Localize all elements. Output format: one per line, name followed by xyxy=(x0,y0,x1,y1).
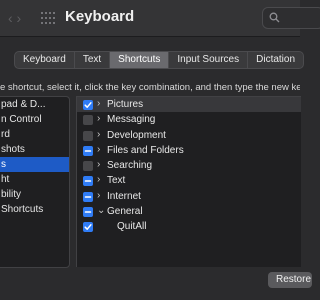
window-title: Keyboard xyxy=(65,8,135,25)
shortcut-label: Searching xyxy=(107,160,153,172)
category-item[interactable]: pad & D... xyxy=(0,97,69,112)
category-item[interactable]: ht xyxy=(0,172,69,187)
chevron-right-icon[interactable]: › xyxy=(97,129,105,140)
mixed-checkbox[interactable] xyxy=(83,145,93,156)
shortcut-label: Files and Folders xyxy=(107,144,184,156)
keyboard-settings-window: ‹ › Keyboard Keyboard Text Shortcuts Input … xyxy=(0,0,320,300)
chevron-right-icon[interactable]: › xyxy=(97,174,105,185)
shortcut-row[interactable]: › Text xyxy=(77,173,301,188)
category-item[interactable]: n Control xyxy=(0,112,69,127)
category-item[interactable]: bility xyxy=(0,187,69,202)
shortcut-label: General xyxy=(107,206,143,218)
search-field[interactable] xyxy=(262,7,320,29)
tab-keyboard[interactable]: Keyboard xyxy=(15,52,75,68)
tab-input-sources[interactable]: Input Sources xyxy=(169,52,249,68)
chevron-right-icon[interactable]: › xyxy=(97,159,105,170)
category-item[interactable]: rd xyxy=(0,127,69,142)
shortcut-label: Development xyxy=(107,129,166,141)
chevron-right-icon[interactable]: › xyxy=(97,113,105,124)
restore-defaults-button[interactable]: Restore Defaults xyxy=(268,272,312,288)
shortcut-category-list: pad & D... n Control rd shots s ht bility Short… xyxy=(0,96,70,268)
category-item[interactable]: s xyxy=(0,157,69,172)
shortcut-row[interactable]: › Development xyxy=(77,128,301,143)
shortcut-label: Messaging xyxy=(107,114,156,126)
mixed-checkbox[interactable] xyxy=(83,207,93,218)
tab-dictation[interactable]: Dictation xyxy=(248,52,303,68)
shortcut-row[interactable]: ⌄ General xyxy=(77,204,301,219)
category-item[interactable]: shots xyxy=(0,142,69,157)
mixed-checkbox[interactable] xyxy=(83,191,93,202)
chevron-right-icon[interactable]: › xyxy=(97,144,105,155)
chevron-down-icon[interactable]: ⌄ xyxy=(97,205,105,216)
shortcut-label: QuitAll xyxy=(117,221,147,233)
shortcut-label: Internet xyxy=(107,190,141,202)
shortcut-row[interactable]: › Files and Folders xyxy=(77,143,301,158)
show-all-grid-icon[interactable] xyxy=(41,12,55,26)
checked-checkbox[interactable] xyxy=(83,222,93,233)
shortcut-row[interactable]: › Searching xyxy=(77,158,301,173)
category-item[interactable]: Shortcuts xyxy=(0,202,69,217)
shortcut-row[interactable]: › Messaging xyxy=(77,112,301,127)
tab-bar: Keyboard Text Shortcuts Input Sources Dictat… xyxy=(14,51,305,69)
shortcut-row[interactable]: › Internet xyxy=(77,189,301,204)
unchecked-checkbox[interactable] xyxy=(83,115,93,126)
mixed-checkbox[interactable] xyxy=(83,176,93,187)
checked-checkbox[interactable] xyxy=(83,100,93,110)
tab-shortcuts[interactable]: Shortcuts xyxy=(110,52,170,68)
shortcut-label: Pictures xyxy=(107,99,144,110)
unchecked-checkbox[interactable] xyxy=(83,130,93,141)
shortcut-row[interactable]: › Pictures xyxy=(77,97,301,113)
unchecked-checkbox[interactable] xyxy=(83,161,93,172)
shortcut-row[interactable]: QuitAll xyxy=(77,219,301,234)
instruction-text: e shortcut, select it, click the key com… xyxy=(0,82,300,93)
tab-text[interactable]: Text xyxy=(75,52,111,68)
chevron-right-icon[interactable]: › xyxy=(97,190,105,201)
shortcut-list: › Pictures › Messaging › Development › Files an… xyxy=(76,96,301,267)
title-bar: ‹ › Keyboard xyxy=(0,0,320,37)
chevron-right-icon[interactable]: › xyxy=(97,98,105,109)
back-forward-arrows-icon[interactable]: ‹ › xyxy=(8,10,32,26)
shortcut-label: Text xyxy=(107,175,126,187)
search-icon xyxy=(269,12,280,23)
